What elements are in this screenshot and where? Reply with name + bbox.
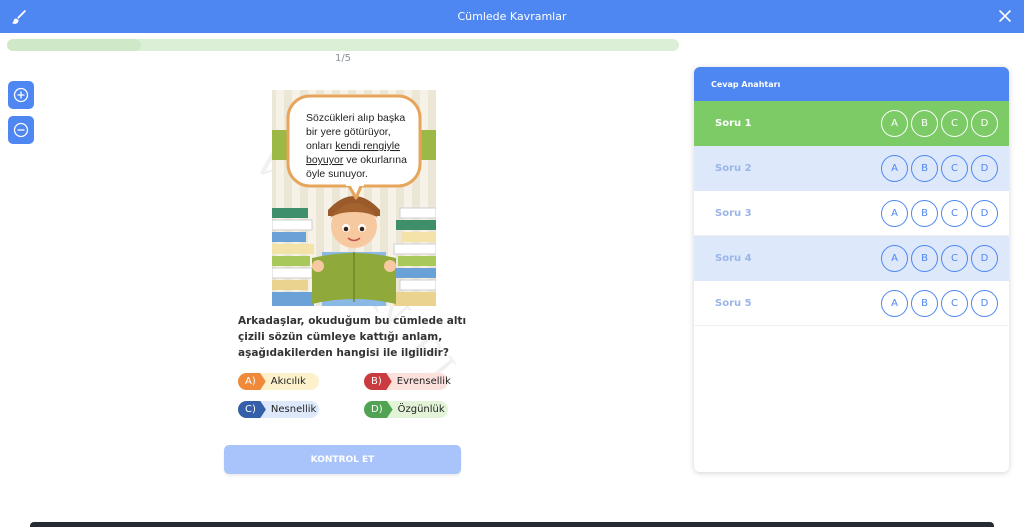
answer-row-4[interactable]: Soru 4 A B C D [694,236,1009,281]
speech-line-4: ve okurlarına [343,154,407,166]
answer-row-label: Soru 3 [715,207,752,219]
choice-b-button[interactable]: B [911,290,938,317]
zoom-out-icon [13,122,29,138]
speech-line-2: bir yere götürüyor, [306,126,391,138]
choice-c-button[interactable]: C [941,155,968,182]
answer-key-title: Cevap Anahtarı [694,67,1009,101]
answer-row-label: Soru 1 [715,118,752,129]
option-b-letter: B) [364,373,392,390]
page-title: Cümlede Kavramlar [457,10,567,23]
choice-d-button[interactable]: D [971,200,998,227]
option-d-text: Özgünlük [397,404,445,415]
choice-a-button[interactable]: A [881,155,908,182]
option-a[interactable]: A) Akıcılık [238,373,319,390]
answer-row-5[interactable]: Soru 5 A B C D [694,281,1009,326]
option-d[interactable]: D) Özgünlük [364,401,448,418]
zoom-in-button[interactable] [8,81,34,109]
choice-d-button[interactable]: D [971,110,998,137]
option-b-text: Evrensellik [396,376,451,387]
zoom-out-button[interactable] [8,116,34,144]
zoom-in-icon [13,87,29,103]
option-c[interactable]: C) Nesnellik [238,401,319,418]
progress-bar [7,39,679,51]
question-illustration: Sözcükleri alıp başka bir yere götürüyor… [272,90,436,306]
choice-c-button[interactable]: C [941,290,968,317]
speech-underlined-1: kendi rengiyle [335,140,400,152]
answer-row-2[interactable]: Soru 2 A B C D [694,146,1009,191]
option-d-letter: D) [364,401,393,418]
choice-b-button[interactable]: B [911,200,938,227]
question-text: Arkadaşlar, okuduğum bu cümlede altı çiz… [238,315,467,359]
close-icon[interactable] [998,9,1012,23]
option-c-letter: C) [238,401,266,418]
answer-key-panel: Cevap Anahtarı Soru 1 A B C D Soru 2 A B… [694,67,1009,472]
speech-line-3: onları [306,140,335,152]
choice-b-button[interactable]: B [911,245,938,272]
option-b[interactable]: B) Evrensellik [364,373,451,390]
answer-row-3[interactable]: Soru 3 A B C D [694,191,1009,236]
choice-c-button[interactable]: C [941,200,968,227]
option-a-letter: A) [238,373,266,390]
answer-row-label: Soru 5 [715,297,752,309]
check-button[interactable]: KONTROL ET [224,445,461,474]
option-a-text: Akıcılık [270,376,306,387]
answer-row-1[interactable]: Soru 1 A B C D [694,101,1009,146]
answer-row-label: Soru 4 [715,253,752,264]
choice-d-button[interactable]: D [971,290,998,317]
answer-row-label: Soru 2 [715,163,752,174]
choice-a-button[interactable]: A [881,200,908,227]
speech-underlined-2: boyuyor [306,154,344,166]
choice-c-button[interactable]: C [941,110,968,137]
choice-d-button[interactable]: D [971,245,998,272]
choice-b-button[interactable]: B [911,155,938,182]
top-bar: Cümlede Kavramlar [0,0,1024,33]
choice-d-button[interactable]: D [971,155,998,182]
option-c-text: Nesnellik [270,404,317,415]
speech-line-1: Sözcükleri alıp başka [306,112,405,124]
choice-a-button[interactable]: A [881,245,908,272]
speech-line-5: öyle sunuyor. [306,168,368,180]
svg-text:boyuyor ve okurlarına: boyuyor ve okurlarına [306,154,407,166]
choice-b-button[interactable]: B [911,110,938,137]
choice-a-button[interactable]: A [881,110,908,137]
bottom-bar [30,522,994,527]
choice-c-button[interactable]: C [941,245,968,272]
progress-fill [7,39,142,51]
page-counter: 1/5 [334,53,352,64]
svg-text:onları kendi rengiyle: onları kendi rengiyle [306,140,400,152]
choice-a-button[interactable]: A [881,290,908,317]
